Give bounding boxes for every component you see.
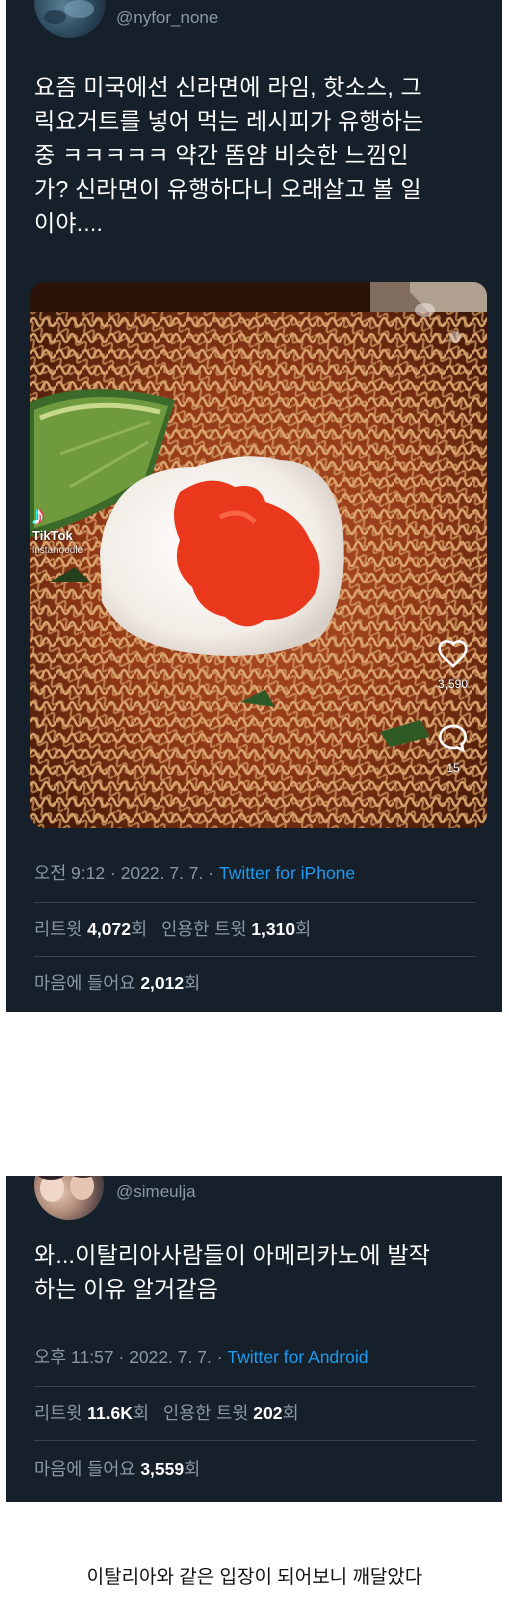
tweet-card: @simeulja 와...이탈리아사람들이 아메리카노에 발작 하는 이유 알… <box>6 1176 502 1502</box>
tweet-text-line: 와...이탈리아사람들이 아메리카노에 발작 <box>34 1242 431 1268</box>
tweet-card: @nyfor_none 요즘 미국에선 신라면에 라임, 핫소스, 그 릭요거트… <box>6 0 502 1012</box>
divider <box>34 902 476 903</box>
retweets-stat[interactable]: 리트윗 11.6K회 <box>34 1403 149 1423</box>
tweet-text-line: 하는 이유 알거같음 <box>34 1276 219 1302</box>
engagement-stats: 리트윗 11.6K회 인용한 트윗 202회 <box>34 1400 299 1425</box>
tweet-text: 와...이탈리아사람들이 아메리카노에 발작 하는 이유 알거같음 <box>34 1238 484 1306</box>
tiktok-like: 3,590 <box>433 638 473 691</box>
retweet-count: 11.6K <box>87 1403 133 1423</box>
like-count: 3,559 <box>140 1459 185 1479</box>
tweet-time[interactable]: 오전 9:12 <box>34 863 105 883</box>
quote-tweets-stat[interactable]: 인용한 트윗 1,310회 <box>161 919 311 939</box>
user-handle[interactable]: @simeulja <box>116 1182 196 1202</box>
tweet-text-line: 릭요거트를 넣어 먹는 레시피가 유행하는 <box>34 108 424 134</box>
meta-separator: · <box>211 1347 228 1367</box>
tweet-text-line: 요즘 미국에선 신라면에 라임, 핫소스, 그 <box>34 74 422 100</box>
quote-unit: 회 <box>295 919 312 939</box>
retweet-unit: 회 <box>130 919 148 939</box>
quote-count: 1,310 <box>251 919 296 939</box>
retweet-label: 리트윗 <box>34 919 88 939</box>
divider <box>34 1386 476 1387</box>
user-avatar[interactable] <box>34 1176 104 1220</box>
like-unit: 회 <box>184 973 201 993</box>
retweets-stat[interactable]: 리트윗 4,072회 <box>34 919 147 939</box>
meta-separator: · <box>105 863 121 883</box>
retweet-count: 4,072 <box>87 919 131 939</box>
meta-separator: · <box>203 863 219 883</box>
post-caption: 이탈리아와 같은 입장이 되어보니 깨달았다 <box>86 1567 423 1588</box>
tweet-meta: 오후 11:57 · 2022. 7. 7. · Twitter for And… <box>34 1344 368 1369</box>
tweet-text-line: 중 ㅋㅋㅋㅋㅋ 약간 똠얌 비슷한 느낌인 <box>34 142 409 168</box>
tiktok-user: instanoodle <box>32 545 84 556</box>
tiktok-watermark: ♪ TikTok instanoodle <box>32 502 83 558</box>
tiktok-comment: 15 <box>433 722 473 775</box>
comment-icon <box>438 724 468 753</box>
tiktok-logo-icon: ♪ <box>32 500 45 530</box>
tweet-text: 요즘 미국에선 신라면에 라임, 핫소스, 그 릭요거트를 넣어 먹는 레시피가… <box>34 70 484 240</box>
engagement-stats: 리트윗 4,072회 인용한 트윗 1,310회 <box>34 916 311 941</box>
quote-unit: 회 <box>282 1403 299 1423</box>
likes-stat[interactable]: 마음에 들어요 2,012회 <box>34 970 200 995</box>
user-avatar[interactable] <box>34 0 106 38</box>
tiktok-comment-count: 15 <box>446 761 460 775</box>
like-label: 마음에 들어요 <box>34 1459 141 1479</box>
tiktok-brand: TikTok <box>32 528 73 543</box>
quote-count: 202 <box>253 1403 283 1423</box>
like-count: 2,012 <box>140 973 185 993</box>
retweet-label: 리트윗 <box>34 1403 88 1423</box>
likes-stat[interactable]: 마음에 들어요 3,559회 <box>34 1456 200 1481</box>
retweet-unit: 회 <box>132 1403 150 1423</box>
tweet-time[interactable]: 오후 11:57 <box>34 1347 114 1367</box>
quote-label: 인용한 트윗 <box>161 919 252 939</box>
tweet-date[interactable]: 2022. 7. 7. <box>129 1347 212 1367</box>
quote-tweets-stat[interactable]: 인용한 트윗 202회 <box>163 1403 299 1423</box>
tweet-date[interactable]: 2022. 7. 7. <box>121 863 204 883</box>
quote-label: 인용한 트윗 <box>163 1403 254 1423</box>
tweet-source-link[interactable]: Twitter for iPhone <box>219 863 355 883</box>
divider <box>34 1440 476 1441</box>
tweet-text-line: 가? 신라면이 유행하다니 오래살고 볼 일 <box>34 176 422 202</box>
like-unit: 회 <box>184 1459 201 1479</box>
tweet-media-image[interactable]: ♪ TikTok instanoodle 3,590 15 <box>30 282 487 828</box>
ramen-photo <box>30 282 487 828</box>
tweet-text-line: 이야.... <box>34 210 104 236</box>
heart-icon <box>438 640 468 668</box>
user-handle[interactable]: @nyfor_none <box>116 8 218 28</box>
like-label: 마음에 들어요 <box>34 973 141 993</box>
divider <box>34 956 476 957</box>
meta-separator: · <box>113 1347 130 1367</box>
tweet-meta: 오전 9:12 · 2022. 7. 7. · Twitter for iPho… <box>34 860 355 885</box>
tiktok-like-count: 3,590 <box>437 677 469 691</box>
tweet-source-link[interactable]: Twitter for Android <box>227 1347 368 1367</box>
